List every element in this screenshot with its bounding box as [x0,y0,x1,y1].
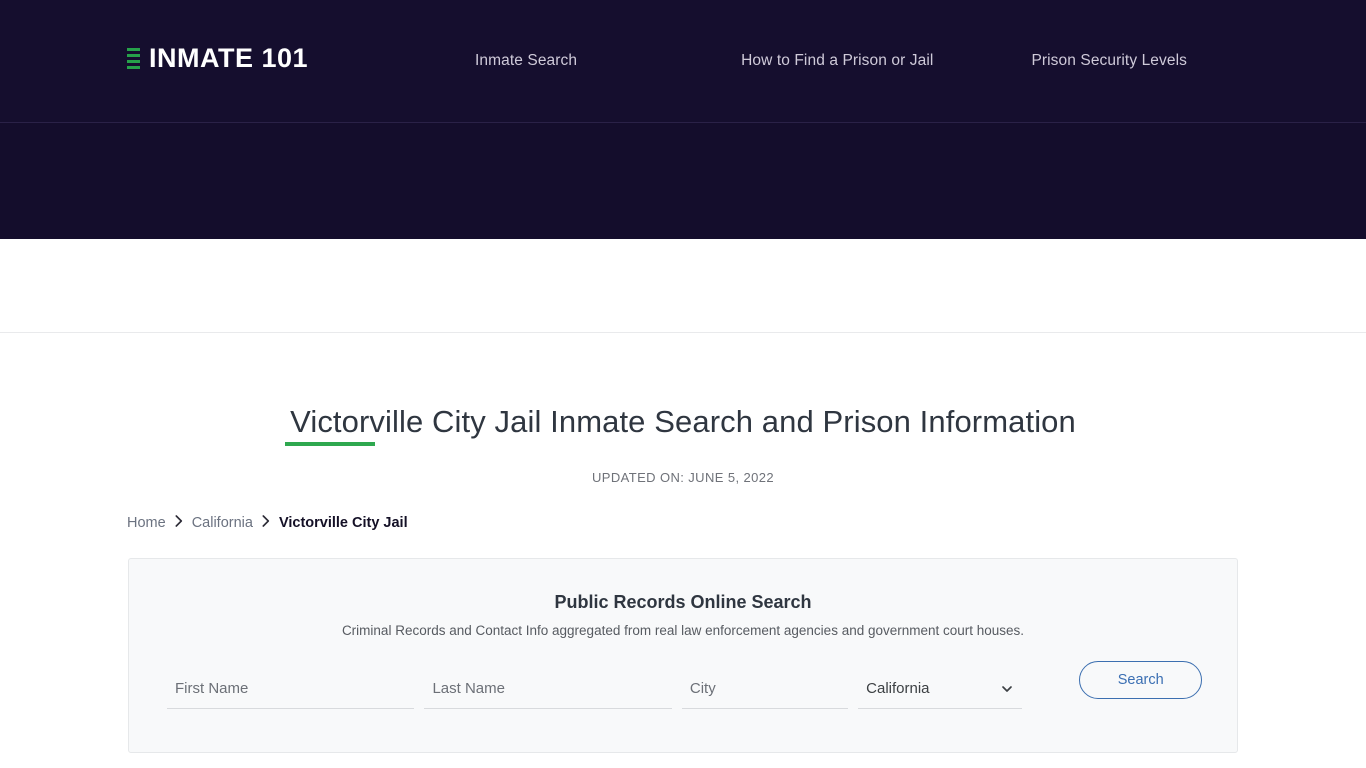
nav-item-prison-security-levels[interactable]: Prison Security Levels [1011,48,1207,74]
site-header: INMATE 101 Inmate Search How to Find a P… [0,0,1366,122]
city-input[interactable] [681,669,849,707]
breadcrumb-bar: Home California Victorville City Jail [0,239,1366,531]
breadcrumb-item-california[interactable]: California [192,515,253,531]
city-field [681,669,849,709]
first-name-input[interactable] [167,669,415,707]
title-accent-bar [285,442,375,446]
updated-date: UPDATED ON: JUNE 5, 2022 [591,470,775,485]
bars-icon [127,47,140,70]
card-subtitle: Criminal Records and Contact Info aggreg… [341,623,1025,638]
inmate-lookup-bar: Inmate Lookup Service [0,122,1366,323]
chevron-right-icon [175,514,183,530]
last-name-input[interactable] [424,669,672,707]
site-logo[interactable]: INMATE 101 [127,45,308,72]
first-name-field [167,669,415,709]
breadcrumb: Home California Victorville City Jail [127,514,408,531]
chevron-right-icon [262,514,270,530]
page-title: Victorville City Jail Inmate Search and … [290,404,1076,439]
nav-item-how-to-find-a-prison-or-jail[interactable]: How to Find a Prison or Jail [721,48,953,74]
breadcrumb-item-current: Victorville City Jail [278,515,408,531]
card-title: Public Records Online Search [554,592,812,612]
state-select[interactable]: California [858,669,1023,707]
state-field: California [858,669,1023,709]
breadcrumb-item-home[interactable]: Home [127,515,166,531]
main-nav: Inmate Search How to Find a Prison or Ja… [455,48,1207,74]
site-logo-text: INMATE 101 [149,43,309,73]
public-records-search-form: California Search [167,661,1203,719]
public-records-card: Public Records Online Search Criminal Re… [128,558,1238,753]
nav-item-inmate-search[interactable]: Inmate Search [455,48,597,74]
last-name-field [424,669,672,709]
page-root: INMATE 101 Inmate Search How to Find a P… [0,0,1366,768]
records-search-button[interactable]: Search [1079,661,1203,699]
